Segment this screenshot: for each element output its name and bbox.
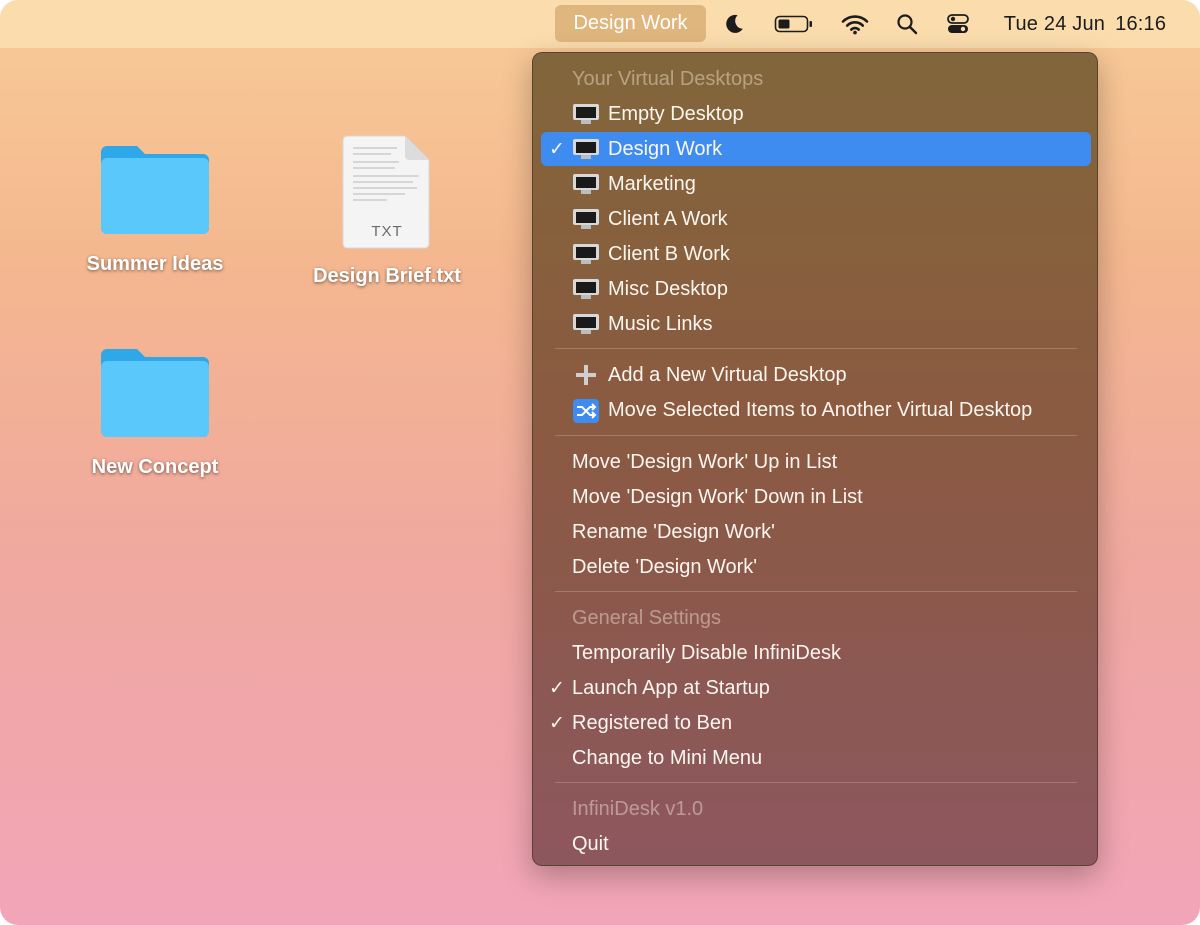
menu-separator (555, 591, 1077, 592)
menu-item-label: Rename 'Design Work' (572, 520, 775, 543)
menu-version-header: InfiniDesk v1.0 (541, 792, 1091, 826)
section-label: General Settings (572, 606, 721, 629)
menu-item-misc-desktop[interactable]: Misc Desktop (541, 272, 1091, 306)
monitor-icon (572, 103, 600, 125)
monitor-icon (572, 278, 600, 300)
menu-item-label: Empty Desktop (608, 102, 744, 125)
search-icon[interactable] (893, 0, 921, 48)
menu-item-label: Marketing (608, 172, 696, 195)
menu-item-label: Add a New Virtual Desktop (608, 363, 847, 386)
menu-item-design-work[interactable]: ✓ Design Work (541, 132, 1091, 166)
menu-item-client-a-work[interactable]: Client A Work (541, 202, 1091, 236)
menu-separator (555, 782, 1077, 783)
monitor-icon (572, 208, 600, 230)
menu-item-label: Design Work (608, 137, 723, 160)
menu-item-label: Delete 'Design Work' (572, 555, 758, 578)
menu-item-label: Registered to Ben (572, 711, 733, 734)
menu-item-label: Quit (572, 832, 609, 855)
menu-item-launch-at-startup[interactable]: ✓ Launch App at Startup (541, 671, 1091, 705)
folder-icon (101, 349, 209, 437)
menu-item-label: Change to Mini Menu (572, 746, 763, 769)
monitor-icon (572, 138, 600, 160)
plus-icon (572, 364, 600, 386)
monitor-icon (572, 173, 600, 195)
monitor-icon (572, 313, 600, 335)
version-label: InfiniDesk v1.0 (572, 797, 704, 820)
menu-item-empty-desktop[interactable]: Empty Desktop (541, 97, 1091, 131)
menu-item-mini-menu[interactable]: Change to Mini Menu (541, 741, 1091, 775)
menubar-clock[interactable]: Tue 24 Jun 16:16 (995, 0, 1175, 48)
menu-item-label: Move 'Design Work' Up in List (572, 450, 838, 473)
menu-item-move-items[interactable]: Move Selected Items to Another Virtual D… (541, 393, 1091, 427)
menu-item-move-down[interactable]: Move 'Design Work' Down in List (541, 480, 1091, 514)
folder-icon (101, 146, 209, 234)
menu-separator (555, 435, 1077, 436)
moon-icon[interactable] (718, 0, 750, 48)
control-center-icon[interactable] (943, 0, 973, 48)
menu-item-label: Move Selected Items to Another Virtual D… (608, 398, 1033, 421)
checkmark-icon: ✓ (549, 138, 565, 160)
monitor-icon (572, 243, 600, 265)
menu-section-header: Your Virtual Desktops (541, 62, 1091, 96)
menu-item-quit[interactable]: Quit (541, 827, 1091, 861)
infinidesk-dropdown-menu: Your Virtual Desktops Empty Desktop ✓ De… (532, 52, 1098, 866)
file-type-badge: TXT (371, 223, 403, 240)
menubar-app-button[interactable]: Design Work (555, 5, 706, 42)
menu-item-label: Client B Work (608, 242, 730, 265)
desktop-file-design-brief[interactable]: TXT Design Brief.txt (302, 130, 472, 288)
checkmark-icon: ✓ (549, 712, 565, 734)
menu-item-label: Move 'Design Work' Down in List (572, 485, 863, 508)
wifi-icon[interactable] (838, 0, 872, 48)
menu-section-header: General Settings (541, 601, 1091, 635)
menu-item-disable[interactable]: Temporarily Disable InfiniDesk (541, 636, 1091, 670)
desktop-icon-label: Design Brief.txt (313, 265, 461, 287)
desktop-folder-summer-ideas[interactable]: Summer Ideas (70, 138, 240, 276)
menu-item-label: Temporarily Disable InfiniDesk (572, 641, 841, 664)
desktop-screen: Design Work Tue 24 Jun 16:16 Summer Idea… (0, 0, 1200, 925)
menu-bar: Design Work Tue 24 Jun 16:16 (0, 0, 1200, 48)
menu-item-label: Music Links (608, 312, 713, 335)
section-label: Your Virtual Desktops (572, 67, 764, 90)
shuffle-icon (572, 399, 600, 423)
menu-item-label: Launch App at Startup (572, 676, 770, 699)
battery-icon[interactable] (772, 0, 816, 48)
checkmark-icon: ✓ (549, 677, 565, 699)
desktop-icon-label: New Concept (91, 456, 219, 478)
menu-item-music-links[interactable]: Music Links (541, 307, 1091, 341)
clock-time: 16:16 (1115, 12, 1167, 35)
menu-separator (555, 348, 1077, 349)
menu-item-client-b-work[interactable]: Client B Work (541, 237, 1091, 271)
menu-item-delete[interactable]: Delete 'Design Work' (541, 550, 1091, 584)
menu-item-label: Misc Desktop (608, 277, 729, 300)
menu-item-label: Client A Work (608, 207, 728, 230)
desktop-folder-new-concept[interactable]: New Concept (70, 341, 240, 479)
menu-item-move-up[interactable]: Move 'Design Work' Up in List (541, 445, 1091, 479)
menu-item-marketing[interactable]: Marketing (541, 167, 1091, 201)
clock-date: Tue 24 Jun (1003, 12, 1106, 35)
menu-item-add-desktop[interactable]: Add a New Virtual Desktop (541, 358, 1091, 392)
desktop-icon-label: Summer Ideas (86, 253, 224, 275)
menu-item-rename[interactable]: Rename 'Design Work' (541, 515, 1091, 549)
menu-item-registered[interactable]: ✓ Registered to Ben (541, 706, 1091, 740)
